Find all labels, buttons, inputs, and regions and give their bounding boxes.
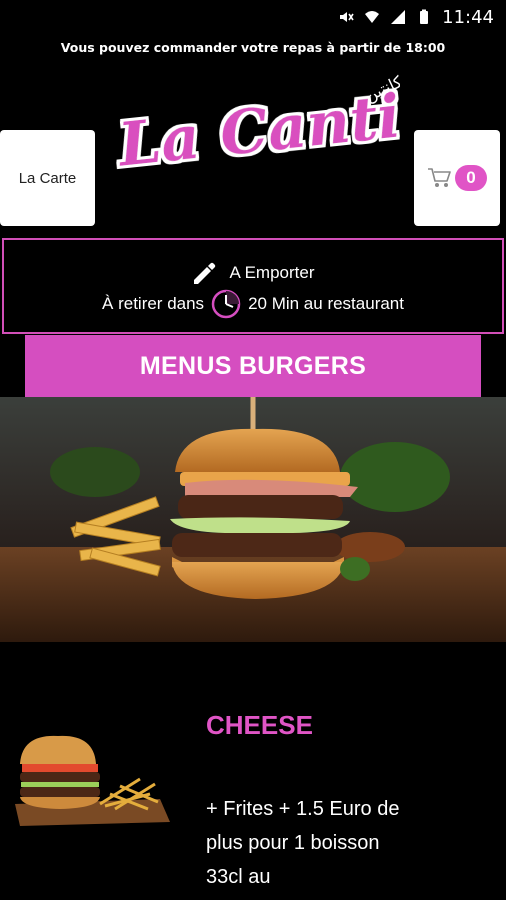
order-mode-row: A Emporter [4,260,502,286]
wifi-icon [365,11,380,23]
order-mode-label: A Emporter [229,263,315,282]
status-bar: 11:44 [0,0,506,34]
pencil-icon [194,262,216,284]
pickup-prefix: À retirer dans [102,294,205,313]
product-description: + Frites + 1.5 Euro de plus pour 1 boiss… [206,798,400,888]
pickup-time-row: À retirer dans 20 Min au restaurant [4,288,502,320]
svg-text:La Cantine: La Cantine [113,73,400,181]
product-name: CHEESE [206,710,313,740]
category-banner[interactable]: MENUS BURGERS [25,335,481,397]
cart-icon [428,168,451,187]
signal-icon [391,10,406,24]
product-card[interactable]: CHEESE + Frites + 1.5 Euro de plus pour … [0,642,506,900]
product-thumbnail [15,735,170,826]
cart-button[interactable]: 0 [414,130,500,226]
la-cantine-logo: La Cantine كانتين [113,72,400,181]
pickup-suffix: 20 Min au restaurant [248,294,404,313]
menu-button-label: La Carte [18,169,77,187]
menu-button[interactable]: La Carte [0,130,95,226]
battery-icon [420,9,429,24]
status-time: 11:44 [442,6,494,28]
order-mode-panel[interactable]: A Emporter À retirer dans 20 Min au rest… [2,238,504,334]
opening-notice: Vous pouvez commander votre repas à part… [60,40,446,55]
cart-count-badge: 0 [455,165,487,191]
burger-hero-image [0,397,506,642]
mute-icon [340,12,354,22]
clock-icon [211,289,241,319]
